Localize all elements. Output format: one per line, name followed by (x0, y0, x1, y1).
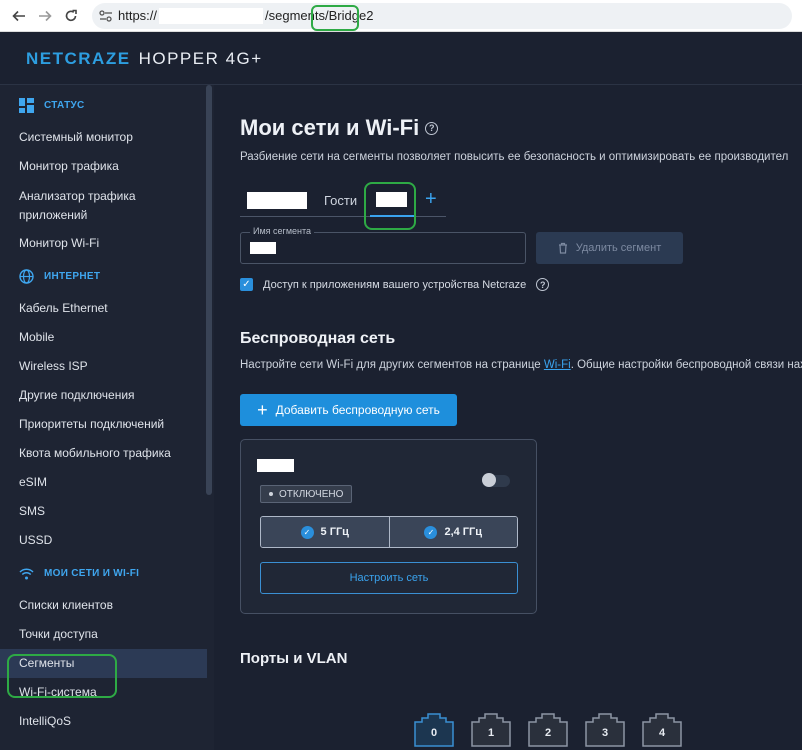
check-circle-icon: ✓ (300, 525, 314, 539)
segment-name-field[interactable]: Имя сегмента (240, 226, 526, 264)
tab-highlight-annotation (364, 182, 416, 230)
sidebar-item-mobile-quota[interactable]: Квота мобильного трафика (0, 439, 214, 468)
wifi-page-link[interactable]: Wi-Fi (544, 359, 571, 371)
sidebar-item-mobile[interactable]: Mobile (0, 323, 214, 352)
sidebar-item-segments[interactable]: Сегменты (0, 649, 207, 678)
sidebar-item-wifi-monitor[interactable]: Монитор Wi-Fi (0, 229, 214, 258)
add-wireless-label: Добавить беспроводную сеть (275, 403, 440, 417)
sidebar-item-esim[interactable]: eSIM (0, 468, 214, 497)
browser-toolbar: https:// /segments/ Bridge2 (0, 0, 802, 32)
check-circle-icon: ✓ (424, 525, 438, 539)
wifi-icon (18, 565, 34, 581)
plus-icon: + (257, 400, 268, 420)
sidebar-item-ussd[interactable]: USSD (0, 526, 214, 555)
help-icon[interactable]: ? (536, 278, 550, 291)
ports-section-title: Порты и VLAN (240, 650, 348, 667)
brand-name: NETCRAZE (26, 48, 131, 68)
sidebar-item-wifi-system[interactable]: Wi-Fi-система (0, 678, 214, 707)
sidebar-section-title: СТАТУС (44, 99, 85, 111)
app-header: NETCRAZE HOPPER 4G+ (0, 33, 802, 85)
wireless-section-title: Беспроводная сеть (240, 330, 396, 347)
band-2-4ghz[interactable]: ✓ 2,4 ГГц (388, 517, 517, 547)
delete-segment-label: Удалить сегмент (575, 242, 662, 254)
sidebar-section-status[interactable]: СТАТУС (0, 87, 214, 123)
band-5ghz-label: 5 ГГц (320, 526, 349, 538)
sidebar-item-traffic-monitor[interactable]: Монитор трафика (0, 152, 214, 181)
sidebar-scrollbar[interactable] (206, 85, 212, 495)
sidebar-section-networks[interactable]: МОИ СЕТИ И WI-FI (0, 555, 214, 591)
add-segment-button[interactable]: + (425, 188, 437, 211)
network-name-redacted (257, 459, 294, 472)
sidebar-item-app-traffic-analyzer[interactable]: Анализатор трафика приложений (0, 181, 150, 229)
status-badge: ОТКЛЮЧЕНО (260, 485, 353, 503)
wireless-desc-text-2: . Общие настройки беспроводной связи нах (570, 359, 802, 371)
delete-segment-button[interactable]: Удалить сегмент (536, 232, 683, 264)
page-title-text: Мои сети и Wi-Fi (240, 115, 420, 140)
sidebar-section-internet[interactable]: ИНТЕРНЕТ (0, 258, 214, 294)
url-protocol: https:// (118, 8, 158, 23)
brand-logo[interactable]: NETCRAZE HOPPER 4G+ (26, 49, 263, 69)
globe-icon (18, 268, 34, 284)
port-number: 1 (487, 727, 495, 739)
port-1[interactable]: 1 (471, 713, 511, 747)
sidebar-item-intelliqos[interactable]: IntelliQoS (0, 707, 214, 736)
sidebar: СТАТУС Системный монитор Монитор трафика… (0, 85, 214, 750)
page-title: Мои сети и Wi-Fi ? (240, 115, 439, 141)
help-icon[interactable]: ? (425, 121, 439, 135)
toggle-knob (482, 473, 496, 487)
sidebar-item-other-connections[interactable]: Другие подключения (0, 381, 214, 410)
site-settings-icon[interactable] (96, 9, 116, 22)
configure-network-button[interactable]: Настроить сеть (260, 562, 518, 594)
port-number: 3 (601, 727, 609, 739)
port-number: 2 (544, 727, 552, 739)
port-2[interactable]: 2 (528, 713, 568, 747)
dashboard-icon (18, 97, 34, 113)
status-dot-icon (269, 492, 273, 496)
network-toggle[interactable] (482, 473, 510, 487)
wireless-description: Настройте сети Wi-Fi для других сегменто… (240, 359, 802, 371)
sidebar-section-title: ИНТЕРНЕТ (44, 270, 101, 282)
url-host-redacted (159, 7, 264, 24)
url-highlight-annotation (311, 4, 359, 31)
ports-row: 0 1 2 3 4 (414, 713, 682, 747)
tab-guests[interactable]: Гости (324, 193, 357, 208)
add-wireless-network-button[interactable]: + Добавить беспроводную сеть (240, 394, 457, 426)
wireless-network-card: ОТКЛЮЧЕНО ✓ 5 ГГц ✓ 2,4 ГГц Настроить се… (240, 439, 537, 614)
band-selector: ✓ 5 ГГц ✓ 2,4 ГГц (260, 516, 518, 548)
back-arrow-icon[interactable] (6, 3, 32, 29)
sidebar-item-ethernet[interactable]: Кабель Ethernet (0, 294, 214, 323)
port-4[interactable]: 4 (642, 713, 682, 747)
port-3[interactable]: 3 (585, 713, 625, 747)
status-badge-text: ОТКЛЮЧЕНО (279, 488, 344, 500)
sidebar-item-client-lists[interactable]: Списки клиентов (0, 591, 214, 620)
sidebar-item-sms[interactable]: SMS (0, 497, 214, 526)
brand-model: HOPPER 4G+ (138, 48, 263, 68)
address-bar[interactable]: https:// /segments/ Bridge2 (92, 2, 792, 31)
app-access-row: ✓ Доступ к приложениям вашего устройства… (240, 278, 550, 291)
reload-icon[interactable] (58, 3, 84, 29)
trash-icon (558, 242, 567, 254)
app-access-label: Доступ к приложениям вашего устройства N… (263, 278, 527, 291)
port-0[interactable]: 0 (414, 713, 454, 747)
port-number: 0 (430, 727, 438, 739)
main-content: Мои сети и Wi-Fi ? Разбиение сети на сег… (214, 85, 802, 750)
sidebar-section-title: МОИ СЕТИ И WI-FI (44, 567, 140, 579)
wireless-desc-text: Настройте сети Wi-Fi для других сегменто… (240, 359, 544, 371)
forward-arrow-icon[interactable] (32, 3, 58, 29)
sidebar-item-wireless-isp[interactable]: Wireless ISP (0, 352, 214, 381)
band-5ghz[interactable]: ✓ 5 ГГц (261, 517, 389, 547)
segment-name-value-redacted (250, 242, 276, 254)
segment-name-label: Имя сегмента (250, 226, 315, 236)
app-access-checkbox[interactable]: ✓ (240, 278, 253, 291)
sidebar-item-connection-priorities[interactable]: Приоритеты подключений (0, 410, 214, 439)
sidebar-item-access-points[interactable]: Точки доступа (0, 620, 214, 649)
port-number: 4 (658, 727, 666, 739)
tab-home-redacted[interactable] (247, 192, 307, 209)
page-description: Разбиение сети на сегменты позволяет пов… (240, 151, 789, 163)
band-2-4ghz-label: 2,4 ГГц (444, 526, 483, 538)
sidebar-item-system-monitor[interactable]: Системный монитор (0, 123, 214, 152)
